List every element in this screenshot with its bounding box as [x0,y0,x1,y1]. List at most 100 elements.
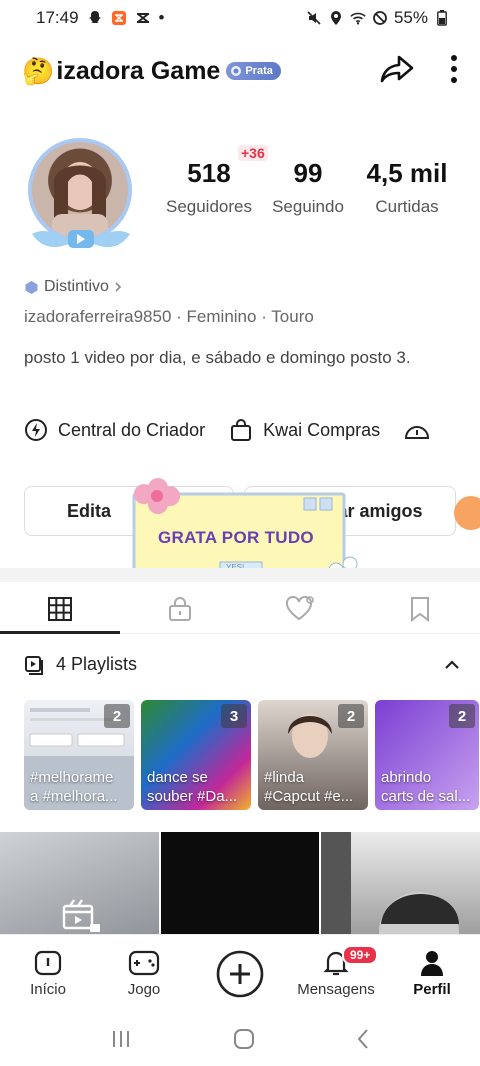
profile-header: 🤔 izadora Game Prata [0,48,480,94]
location-icon [328,10,344,26]
tab-liked[interactable] [240,584,360,633]
edit-profile-label: Edita [66,500,111,521]
playlists-header[interactable]: 4 Playlists [24,654,460,675]
playlist-card[interactable]: 2 #linda #Capcut #e... [258,700,368,810]
playlist-card[interactable]: 2 #melhorame a #melhora... [24,700,134,810]
playlist-card[interactable]: 3 dance se souber #Da... [141,700,251,810]
avatar-frame-wings [32,230,130,248]
tab-saved[interactable] [360,584,480,633]
video-thumbnail[interactable] [321,832,480,940]
mute-icon [306,10,322,26]
more-options-icon[interactable] [450,54,458,89]
status-bar: 17:49 • 55% [0,0,480,36]
playlist-count: 2 [449,704,475,728]
profile-meta: izadoraferreira9850 · Feminino · Touro [24,307,314,326]
nav-create[interactable] [192,949,288,999]
lock-icon [169,596,191,621]
bookmark-icon [411,596,429,622]
create-plus-icon [216,950,264,997]
profile-name: izadora Game [56,56,221,85]
distintivo-link[interactable]: Distintivo [24,278,122,296]
status-dot: • [158,8,165,27]
playlist-title: dance se souber #Da... [147,769,238,805]
tier-badge[interactable]: Prata [226,62,281,80]
wifi-icon [350,10,366,26]
back-icon[interactable] [356,1028,370,1050]
playlist-title: #melhorame a #melhora... [30,769,118,805]
status-time: 17:49 [36,8,79,27]
do-not-disturb-icon [372,10,388,26]
avatar[interactable] [22,132,140,254]
kwai-shopping-label: Kwai Compras [263,419,381,440]
nav-home[interactable]: Início [0,949,96,998]
video-preview [321,832,460,940]
grata-por-tudo-sticker[interactable]: GRATA POR TUDO YES! [118,470,378,586]
playlist-icon [25,655,43,675]
draft-video-icon [62,899,100,932]
nav-profile-label: Perfil [413,981,451,998]
badge-icon [231,66,242,76]
tab-private[interactable] [120,584,240,633]
snapchat-icon [87,10,103,26]
zodiac-sign: Touro [271,307,314,326]
battery-percent: 55% [393,8,428,27]
playlist-row: 2 #melhorame a #melhora... 3 dance se so… [24,700,479,810]
username: izadoraferreira9850 [24,307,172,326]
kwai-shopping-link[interactable]: Kwai Compras [229,418,380,442]
nav-messages-label: Mensagens [297,981,375,998]
playlist-title: abrindo carts de sal... [381,769,471,805]
creator-icon [25,419,47,441]
system-navigation [0,1012,480,1066]
stat-following[interactable]: 99 Seguindo [266,158,350,217]
tier-badge-label: Prata [245,65,273,77]
home-button-icon[interactable] [233,1028,255,1050]
nav-messages[interactable]: 99+ Mensagens [288,945,384,998]
floating-bubble[interactable] [454,496,480,530]
nav-profile[interactable]: Perfil [384,949,480,998]
video-thumbnail[interactable] [160,832,320,940]
creator-center-link[interactable]: Central do Criador [24,418,205,442]
chevron-right-icon [115,282,122,292]
stat-value: 4,5 mil [366,158,448,188]
dome-icon [405,426,430,439]
share-icon[interactable] [380,54,414,89]
distintivo-label: Distintivo [44,278,109,295]
stat-label: Curtidas [375,197,439,216]
capcut-icon [135,10,151,26]
nav-game[interactable]: Jogo [96,949,192,998]
playlist-card[interactable]: 2 abrindo carts de sal... [375,700,479,810]
thinking-emoji: 🤔 [22,56,55,86]
profile-bio: posto 1 video por dia, e sábado e doming… [24,348,411,367]
home-icon [34,950,62,976]
stat-likes[interactable]: 4,5 mil Curtidas [361,158,453,217]
video-grid [0,832,480,940]
heart-icon [285,595,314,620]
sticker-text: GRATA POR TUDO [158,528,314,547]
creator-center-label: Central do Criador [58,419,206,440]
stat-followers[interactable]: 518 Seguidores [161,158,257,217]
playlists-count: 4 Playlists [56,654,138,674]
section-divider [0,568,480,582]
playlist-count: 2 [104,704,130,728]
sticker-art [132,478,358,586]
playlist-count: 2 [338,704,364,728]
bottom-navigation: Início Jogo 99+ Mensagens Perfil [0,934,480,1012]
battery-icon [434,10,450,26]
content-tabs [0,584,480,634]
nav-game-label: Jogo [127,981,161,998]
hexagon-badge-icon [25,280,38,294]
recent-apps-icon[interactable] [110,1029,132,1049]
grid-icon [48,596,72,621]
tab-videos[interactable] [0,584,120,634]
playlist-count: 3 [221,704,247,728]
person-icon [421,951,443,976]
more-links-item[interactable] [404,418,430,442]
gender: Feminino [186,307,257,326]
stat-label: Seguindo [272,197,344,216]
video-thumbnail[interactable] [0,832,159,940]
messages-badge: 99+ [342,945,379,965]
capcut-notification-icon [111,10,127,26]
playlist-title: #linda #Capcut #e... [264,769,354,805]
chevron-up-icon[interactable] [444,659,460,670]
stat-value: 518 [187,158,231,188]
